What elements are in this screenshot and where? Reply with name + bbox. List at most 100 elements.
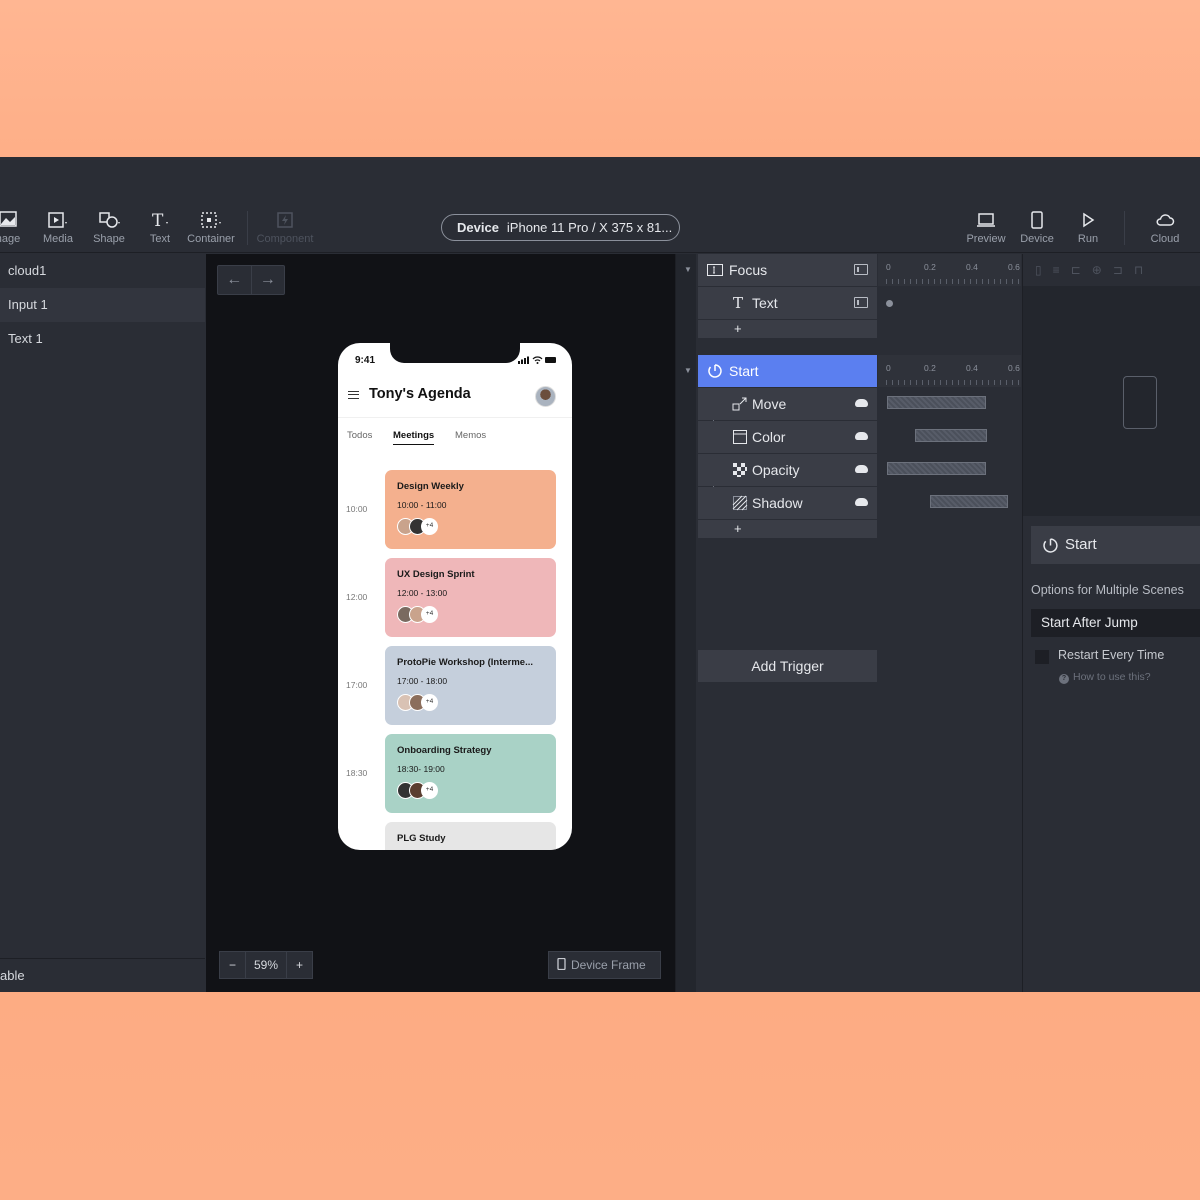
tick-label: 0.6 [1008, 262, 1020, 272]
tick-label: 0.2 [924, 262, 936, 272]
meeting-title: ProtoPie Workshop (Interme... [397, 657, 534, 668]
meeting-card[interactable]: Onboarding Strategy 18:30- 19:00 +4 [385, 734, 556, 813]
scene-option-select[interactable]: Start After Jump [1031, 609, 1200, 637]
zoom-control: − 59% + [219, 951, 313, 979]
meeting-card[interactable]: ProtoPie Workshop (Interme... 17:00 - 18… [385, 646, 556, 725]
collapse-arrow-icon[interactable]: ▼ [684, 355, 692, 387]
tab-todos[interactable]: Todos [347, 430, 372, 441]
toggle-panel-icon[interactable] [854, 297, 868, 308]
response-shadow[interactable]: Shadow [698, 487, 877, 519]
meeting-time: 12:00 - 13:00 [397, 588, 448, 598]
cloud-icon [855, 432, 868, 440]
svg-text:T: T [152, 211, 164, 229]
selected-trigger-header: Start [1031, 526, 1200, 564]
timeline-bar-color[interactable] [915, 429, 987, 442]
more-attendees: +4 [421, 606, 438, 623]
focus-icon [707, 264, 723, 276]
response-move[interactable]: Move [698, 388, 877, 420]
toolbar-divider [247, 211, 248, 245]
align-left-icon[interactable]: ⊏ [1071, 263, 1092, 277]
align-center-icon[interactable]: ⊕ [1092, 263, 1113, 277]
help-link[interactable]: ? How to use this? [1059, 671, 1151, 684]
shadow-icon [732, 495, 748, 511]
back-arrow-icon[interactable]: ← [218, 266, 252, 294]
toggle-panel-icon[interactable] [854, 264, 868, 275]
meeting-time: 18:30- 19:00 [397, 764, 445, 774]
container-icon [200, 211, 222, 229]
avatar[interactable] [535, 386, 556, 407]
collapse-arrow-icon[interactable]: ▼ [684, 254, 692, 286]
layer-item-cloud1[interactable]: cloud1 [0, 254, 205, 288]
zoom-value[interactable]: 59% [246, 952, 286, 978]
shape-tool-label: Shape [93, 233, 125, 245]
media-icon [47, 211, 69, 229]
agenda-tabs: Todos Meetings Memos [338, 417, 572, 447]
add-response-start[interactable]: + [698, 520, 877, 538]
tick-label: 0.4 [966, 363, 978, 373]
layers-footer[interactable]: able [0, 958, 205, 992]
cloud-icon [855, 498, 868, 506]
trigger-start[interactable]: ▼ Start [684, 355, 877, 387]
align-icon[interactable]: ▯ [1035, 263, 1053, 277]
cloud-icon [855, 399, 868, 407]
attendee-avatars: +4 [397, 782, 438, 799]
options-label: Options for Multiple Scenes [1031, 583, 1184, 597]
layer-item-text-1[interactable]: Text 1 [0, 322, 205, 356]
add-response-focus[interactable]: + [698, 320, 877, 338]
agenda-title: Tony's Agenda [369, 386, 471, 402]
cloud-button[interactable]: Cloud [1135, 211, 1195, 245]
timeline-bar-move[interactable] [887, 396, 986, 409]
media-tool-label: Media [43, 233, 73, 245]
trigger-focus[interactable]: ▼ Focus [684, 254, 877, 286]
response-opacity[interactable]: Opacity [698, 454, 877, 486]
layer-item-input-1[interactable]: Input 1 [0, 288, 205, 322]
timeline-keyframe-dot[interactable] [886, 300, 893, 307]
component-tool-label: Component [256, 233, 314, 245]
meeting-card[interactable]: UX Design Sprint 12:00 - 13:00 +4 [385, 558, 556, 637]
meeting-title: UX Design Sprint [397, 569, 475, 580]
component-icon [274, 211, 296, 229]
response-color[interactable]: Color [698, 421, 877, 453]
add-trigger-button[interactable]: Add Trigger [698, 650, 877, 682]
meeting-card[interactable]: PLG Study [385, 822, 556, 850]
align-top-icon[interactable]: ⊓ [1134, 263, 1154, 277]
start-icon [1043, 538, 1058, 553]
align-right-icon[interactable]: ⊐ [1113, 263, 1134, 277]
phone-icon [557, 957, 566, 971]
attendee-avatars: +4 [397, 606, 438, 623]
meeting-title: Onboarding Strategy [397, 745, 492, 756]
response-move-label: Move [752, 396, 787, 412]
restart-every-time-checkbox[interactable] [1035, 650, 1049, 664]
tick-label: 0.6 [1008, 363, 1020, 373]
device-frame-label: Device Frame [571, 958, 646, 972]
device-selector-value: iPhone 11 Pro / X 375 x 81... [506, 220, 673, 235]
device-selector[interactable]: Device iPhone 11 Pro / X 375 x 81... [441, 214, 680, 241]
timeline-bar-shadow[interactable] [930, 495, 1008, 508]
forward-arrow-icon[interactable]: → [252, 266, 285, 294]
timeline-bar-opacity[interactable] [887, 462, 986, 475]
container-tool[interactable]: Container [181, 211, 241, 245]
run-button-label: Run [1077, 233, 1099, 245]
zoom-out-button[interactable]: − [220, 952, 246, 978]
phone-preview[interactable]: 9:41 Tony's Agenda Todos Meetings Memos … [338, 343, 572, 850]
zoom-in-button[interactable]: + [286, 952, 312, 978]
hour-label: 10:00 [346, 504, 368, 514]
meeting-time: 17:00 - 18:00 [397, 676, 448, 686]
response-text-label: Text [752, 295, 778, 311]
cloud-icon [1154, 211, 1176, 229]
align-icon[interactable]: ≡ [1053, 263, 1071, 277]
tick-label: 0 [886, 363, 891, 373]
alignment-toolbar: ▯≡⊏⊕⊐⊓ [1023, 254, 1200, 286]
tab-memos[interactable]: Memos [455, 430, 486, 441]
tab-meetings[interactable]: Meetings [393, 430, 435, 445]
color-icon [733, 430, 747, 444]
shape-icon [98, 211, 120, 229]
run-button[interactable]: Run [1058, 211, 1118, 245]
hamburger-menu-icon[interactable] [348, 391, 359, 399]
device-frame-toggle[interactable]: Device Frame [548, 951, 661, 979]
scene-nav: ← → [217, 265, 285, 295]
meeting-card[interactable]: Design Weekly 10:00 - 11:00 +4 [385, 470, 556, 549]
timeline-ruler-focus: 0 0.2 0.4 0.6 [878, 254, 1021, 286]
component-tool[interactable]: Component [255, 211, 315, 245]
response-text[interactable]: T Text [698, 287, 877, 319]
